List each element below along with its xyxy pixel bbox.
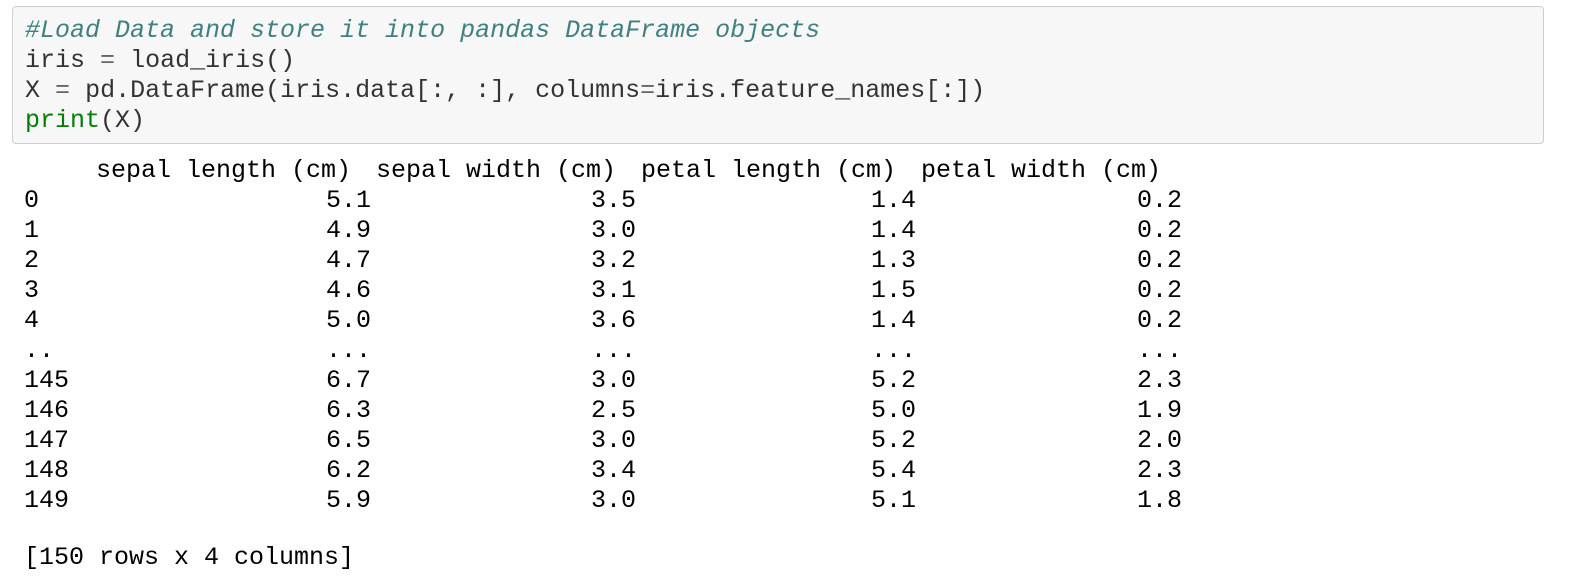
dataframe-summary: [150 rows x 4 columns] — [24, 543, 355, 572]
table-cell: 3.4 — [590, 456, 636, 485]
table-cell: 2.3 — [1136, 366, 1182, 395]
code-cell-input[interactable]: #Load Data and store it into pandas Data… — [12, 6, 1544, 144]
table-cell: 1.5 — [870, 276, 916, 305]
table-row: 147 6.5 3.0 5.2 2.0 — [24, 426, 1544, 456]
table-cell: 1.4 — [870, 216, 916, 245]
table-cell: 3.1 — [590, 276, 636, 305]
table-cell: 5.2 — [870, 426, 916, 455]
table-cell: 3.0 — [590, 216, 636, 245]
row-index: .. — [24, 336, 55, 365]
column-header: petal width (cm) — [921, 156, 1162, 185]
code-line-1: #Load Data and store it into pandas Data… — [25, 16, 820, 46]
dataframe-header: sepal length (cm) sepal width (cm) petal… — [24, 156, 1544, 186]
table-cell: 0.2 — [1136, 216, 1182, 245]
code-token: pd.DataFrame(iris.data[:, :], columns — [85, 76, 641, 105]
table-cell: 1.9 — [1136, 396, 1182, 425]
table-cell: 5.0 — [870, 396, 916, 425]
table-row: 149 5.9 3.0 5.1 1.8 — [24, 486, 1544, 516]
row-index: 148 — [24, 456, 70, 485]
column-header: petal length (cm) — [641, 156, 897, 185]
table-row: 146 6.3 2.5 5.0 1.9 — [24, 396, 1544, 426]
table-cell: ... — [1136, 336, 1182, 365]
table-row: 1 4.9 3.0 1.4 0.2 — [24, 216, 1544, 246]
code-builtin: print — [25, 106, 101, 135]
table-cell: 6.5 — [325, 426, 371, 455]
code-token: X — [25, 76, 41, 105]
table-cell: 5.9 — [325, 486, 371, 515]
row-index: 1 — [24, 216, 40, 245]
table-cell: 0.2 — [1136, 246, 1182, 275]
row-index: 146 — [24, 396, 70, 425]
table-cell: 0.2 — [1136, 186, 1182, 215]
table-cell: 3.5 — [590, 186, 636, 215]
table-cell: 5.1 — [870, 486, 916, 515]
table-cell: 3.0 — [590, 366, 636, 395]
code-operator: = — [55, 76, 71, 105]
table-cell: 1.4 — [870, 306, 916, 335]
table-cell: 6.2 — [325, 456, 371, 485]
table-cell: 3.2 — [590, 246, 636, 275]
table-cell: 3.6 — [590, 306, 636, 335]
table-cell: 4.9 — [325, 216, 371, 245]
code-token: (X) — [100, 106, 146, 135]
table-cell: 2.3 — [1136, 456, 1182, 485]
table-row: 2 4.7 3.2 1.3 0.2 — [24, 246, 1544, 276]
cell-output: sepal length (cm) sepal width (cm) petal… — [24, 156, 1544, 516]
row-index: 4 — [24, 306, 40, 335]
table-cell: ... — [325, 336, 371, 365]
table-cell: 6.3 — [325, 396, 371, 425]
column-header: sepal length (cm) — [96, 156, 352, 185]
code-line-2: iris = load_iris() — [25, 46, 295, 76]
table-row: 145 6.7 3.0 5.2 2.3 — [24, 366, 1544, 396]
code-token: iris — [25, 46, 86, 75]
code-operator: = — [100, 46, 116, 75]
table-cell: 0.2 — [1136, 306, 1182, 335]
table-row: 4 5.0 3.6 1.4 0.2 — [24, 306, 1544, 336]
row-index: 3 — [24, 276, 40, 305]
table-cell: 1.3 — [870, 246, 916, 275]
table-cell: 3.0 — [590, 426, 636, 455]
table-cell: 2.5 — [590, 396, 636, 425]
column-header: sepal width (cm) — [376, 156, 617, 185]
table-cell: 5.2 — [870, 366, 916, 395]
code-line-3: X = pd.DataFrame(iris.data[:, :], column… — [25, 76, 985, 106]
table-cell: 5.0 — [325, 306, 371, 335]
table-row: .............. — [24, 336, 1544, 366]
table-cell: 4.7 — [325, 246, 371, 275]
code-token: iris.feature_names[:]) — [655, 76, 986, 105]
table-row: 3 4.6 3.1 1.5 0.2 — [24, 276, 1544, 306]
row-index: 0 — [24, 186, 40, 215]
table-cell: ... — [870, 336, 916, 365]
code-comment: #Load Data and store it into pandas Data… — [25, 16, 821, 45]
table-cell: ... — [590, 336, 636, 365]
table-cell: 0.2 — [1136, 276, 1182, 305]
table-cell: 6.7 — [325, 366, 371, 395]
row-index: 145 — [24, 366, 70, 395]
table-row: 148 6.2 3.4 5.4 2.3 — [24, 456, 1544, 486]
table-cell: 3.0 — [590, 486, 636, 515]
table-cell: 1.8 — [1136, 486, 1182, 515]
code-line-4: print(X) — [25, 106, 145, 136]
code-operator: = — [640, 76, 656, 105]
code-token: load_iris() — [130, 46, 296, 75]
table-cell: 1.4 — [870, 186, 916, 215]
row-index: 2 — [24, 246, 40, 275]
table-cell: 2.0 — [1136, 426, 1182, 455]
row-index: 147 — [24, 426, 70, 455]
row-index: 149 — [24, 486, 70, 515]
table-cell: 5.4 — [870, 456, 916, 485]
table-cell: 4.6 — [325, 276, 371, 305]
table-cell: 5.1 — [325, 186, 371, 215]
table-row: 0 5.1 3.5 1.4 0.2 — [24, 186, 1544, 216]
